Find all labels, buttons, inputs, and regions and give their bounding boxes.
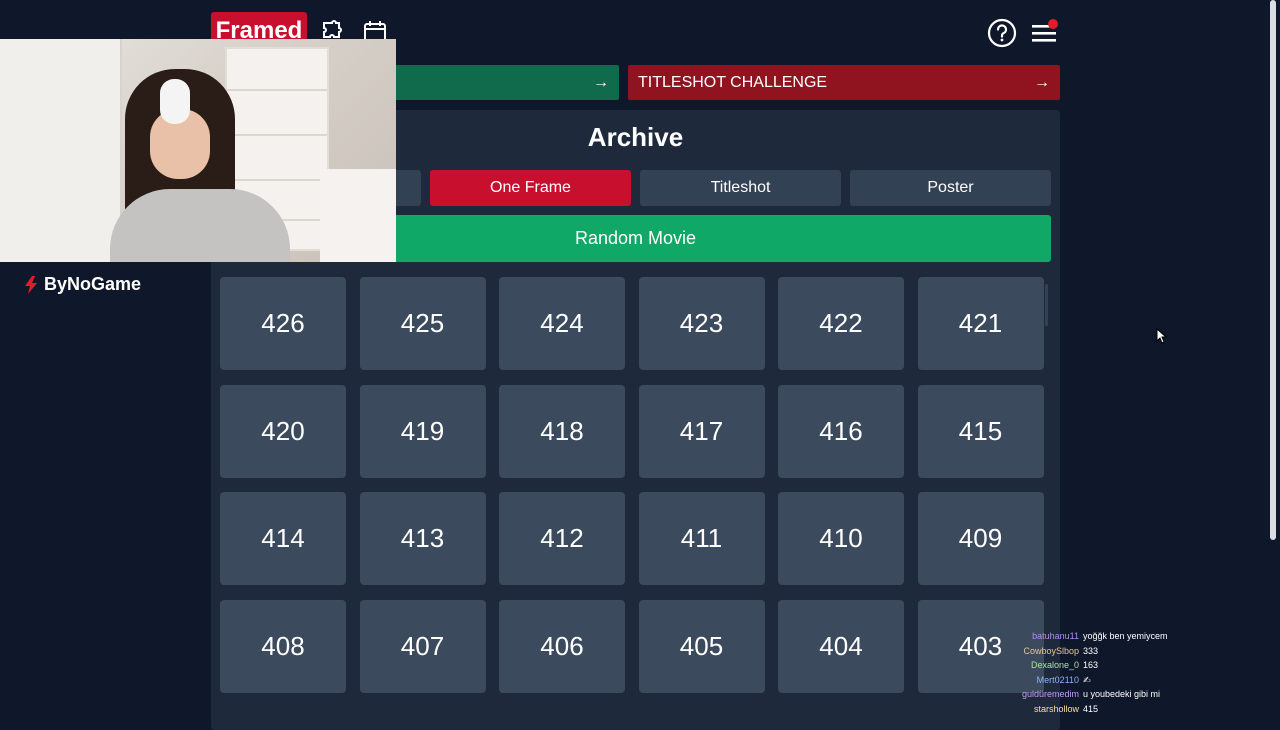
- archive-tile[interactable]: 409: [917, 492, 1044, 585]
- notification-dot: [1048, 19, 1058, 29]
- chat-username: starshollow: [1033, 703, 1079, 714]
- archive-tile[interactable]: 423: [638, 277, 765, 370]
- chat-message: Dexalone_0 163: [1010, 658, 1270, 673]
- chat-text: ✍: [1083, 674, 1091, 685]
- tab-poster[interactable]: Poster: [850, 170, 1051, 206]
- archive-tile[interactable]: 419: [359, 384, 486, 478]
- page-scrollbar[interactable]: [1270, 0, 1276, 540]
- chat-message: Mert02110 ✍: [1010, 673, 1270, 688]
- menu-icon[interactable]: [1028, 17, 1060, 49]
- bynogame-logo-icon: [25, 275, 37, 294]
- archive-tile[interactable]: 412: [499, 492, 625, 585]
- archive-tile[interactable]: 415: [917, 384, 1044, 478]
- arrow-right-icon: →: [1034, 73, 1050, 91]
- chat-text: 333: [1083, 645, 1099, 656]
- chat-text: u youbedeki gibi mi: [1083, 689, 1161, 699]
- archive-tile[interactable]: 426: [220, 277, 346, 370]
- archive-tile[interactable]: 413: [359, 492, 486, 585]
- archive-tile[interactable]: 422: [778, 277, 904, 370]
- archive-tile[interactable]: 425: [359, 277, 486, 370]
- chat-message: batuhanu11 yoğğk ben yemiycem: [1010, 629, 1270, 644]
- webcam-overlay: [0, 39, 396, 262]
- archive-tile[interactable]: 410: [778, 492, 904, 585]
- chat-text: 415: [1083, 703, 1099, 714]
- brand-label: ByNoGame: [44, 274, 142, 294]
- chat-username: CowboySlbop: [1023, 645, 1079, 656]
- archive-tile[interactable]: 417: [638, 384, 765, 478]
- archive-tile[interactable]: 421: [917, 277, 1044, 370]
- tab-titleshot[interactable]: Titleshot: [640, 170, 841, 206]
- archive-tile[interactable]: 418: [499, 384, 625, 478]
- archive-tile[interactable]: 414: [220, 492, 346, 585]
- titleshot-challenge-label: TITLESHOT CHALLENGE: [638, 73, 828, 91]
- chat-text: 163: [1083, 660, 1099, 670]
- tab-one-frame[interactable]: One Frame: [430, 170, 631, 206]
- chat-message: CowboySlbop 333: [1010, 644, 1270, 659]
- chat-message: guldüremedim u youbedeki gibi mi: [1010, 687, 1270, 702]
- archive-tile[interactable]: 406: [499, 599, 625, 693]
- archive-tile[interactable]: 416: [778, 384, 904, 478]
- chat-username: Dexalone_0: [1030, 660, 1079, 670]
- mouse-cursor: [1156, 327, 1168, 349]
- chat-text: yoğğk ben yemiycem: [1083, 631, 1168, 641]
- archive-tile[interactable]: 404: [778, 599, 904, 693]
- headphone: [160, 79, 190, 124]
- chat-username: Mert02110: [1036, 674, 1079, 685]
- titleshot-challenge-button[interactable]: TITLESHOT CHALLENGE →: [628, 65, 1060, 100]
- archive-tile[interactable]: 405: [638, 599, 765, 693]
- archive-tile[interactable]: 407: [359, 599, 486, 693]
- archive-tile[interactable]: 411: [638, 492, 765, 585]
- grid-scroll-indicator[interactable]: [1045, 284, 1048, 326]
- archive-tile[interactable]: 408: [220, 599, 346, 693]
- archive-tile[interactable]: 424: [499, 277, 625, 370]
- chat-username: batuhanu11: [1032, 631, 1079, 641]
- help-icon[interactable]: [986, 17, 1018, 49]
- chat-username: guldüremedim: [1021, 689, 1079, 699]
- arrow-right-icon: →: [593, 73, 609, 91]
- stream-chat: batuhanu11 yoğğk ben yemiycem CowboySlbop 3…: [1010, 629, 1270, 716]
- archive-tile[interactable]: 420: [220, 384, 346, 478]
- bynogame-brand: ByNoGame: [22, 274, 141, 295]
- chat-message: starshollow 415: [1010, 702, 1270, 717]
